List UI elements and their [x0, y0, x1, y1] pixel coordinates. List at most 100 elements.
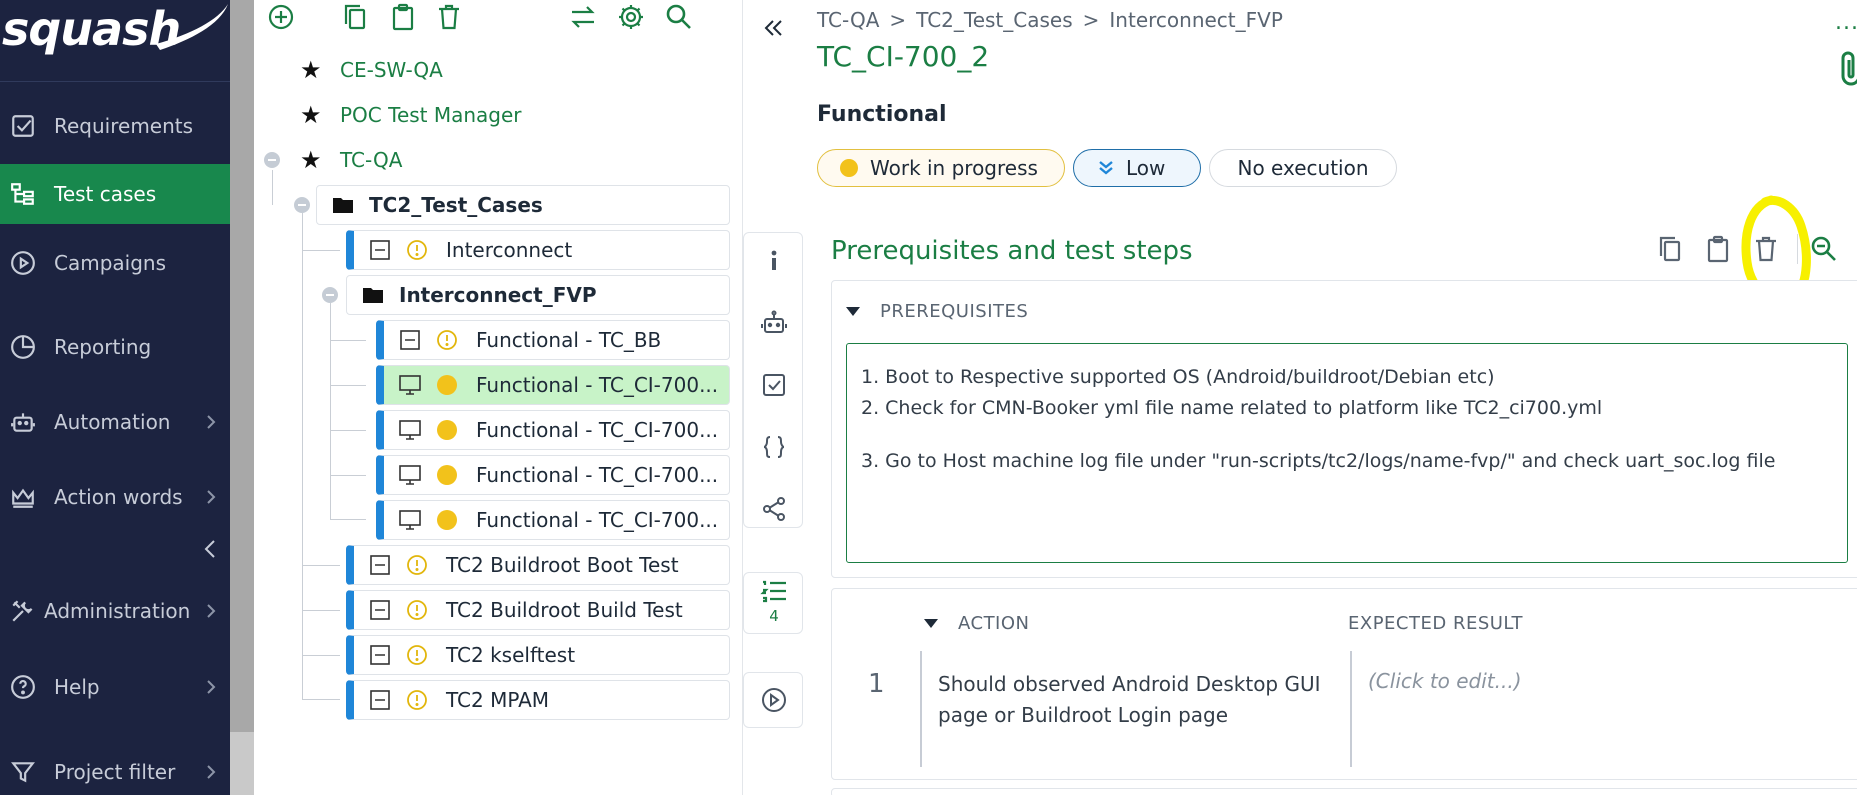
prerequisite-line: 2. Check for CMN-Booker yml file name re…: [861, 397, 1603, 419]
logo-swoosh-icon: [156, 4, 228, 50]
more-options-icon[interactable]: ...: [1835, 10, 1857, 35]
tree-item-functional-tc-ci-700[interactable]: Functional - TC_CI-700...: [376, 410, 730, 450]
test-case-icon: [368, 598, 392, 622]
tree-item-tc2-mpam[interactable]: TC2 MPAM: [346, 680, 730, 720]
nav-item-campaigns[interactable]: Campaigns: [0, 233, 230, 293]
nav-item-project-filter[interactable]: Project filter: [0, 742, 230, 795]
squash-logo[interactable]: squash: [0, 0, 230, 82]
action-column-header[interactable]: ACTION: [924, 613, 1030, 634]
prerequisites-editor[interactable]: 1. Boot to Respective supported OS (Andr…: [846, 343, 1848, 563]
status-badge[interactable]: Work in progress: [817, 149, 1065, 187]
tree-icon: [10, 181, 36, 207]
delete-icon[interactable]: [434, 2, 464, 32]
paste-icon[interactable]: [388, 2, 418, 32]
test-case-icon: [368, 553, 392, 577]
star-icon[interactable]: ★: [300, 58, 324, 82]
tree-connector: [302, 250, 340, 251]
importance-badge[interactable]: Low: [1073, 149, 1201, 187]
status-dot-icon: [436, 419, 458, 441]
chevron-right-icon: [207, 680, 216, 694]
node-label: Functional - TC_CI-700...: [476, 508, 719, 532]
execution-badge[interactable]: No execution: [1209, 149, 1397, 187]
node-label: Functional - TC_CI-700...: [476, 463, 719, 487]
scrollbar-thumb[interactable]: [230, 0, 254, 732]
gear-icon[interactable]: [616, 2, 646, 32]
side-tab-executions[interactable]: [743, 672, 803, 728]
tree-connector: [302, 213, 303, 699]
pie-chart-icon: [10, 334, 36, 360]
play-circle-icon: [760, 686, 788, 714]
transfer-icon[interactable]: [568, 2, 598, 32]
star-icon[interactable]: ★: [300, 103, 324, 127]
zoom-out-icon[interactable]: [1809, 234, 1839, 264]
tree-item-functional-tc-ci-700[interactable]: Functional - TC_CI-700...: [376, 455, 730, 495]
folder-icon: [331, 193, 355, 217]
tree-item-tc2-kselftest[interactable]: TC2 kselftest: [346, 635, 730, 675]
tree-item-tc2-buildroot-boot-test[interactable]: TC2 Buildroot Boot Test: [346, 545, 730, 585]
test-case-nature[interactable]: Functional: [817, 102, 947, 127]
warning-icon: [406, 599, 428, 621]
side-tab-steps[interactable]: 4: [743, 572, 803, 634]
nav-item-reporting[interactable]: Reporting: [0, 317, 230, 377]
warning-icon: [436, 329, 458, 351]
collapse-panel-icon[interactable]: [759, 14, 787, 42]
copy-icon[interactable]: [340, 2, 370, 32]
tree-connector: [330, 475, 366, 476]
nav-item-action-words[interactable]: Action words: [0, 467, 230, 527]
nav-item-requirements[interactable]: Requirements: [0, 96, 230, 156]
nav-item-administration[interactable]: Administration: [0, 581, 230, 641]
tree-folder-interconnect-fvp[interactable]: Interconnect_FVP: [346, 275, 730, 315]
step-expected-result[interactable]: (Click to edit...): [1368, 669, 1522, 693]
prerequisites-header[interactable]: PREREQUISITES: [846, 301, 1028, 322]
collapse-toggle-icon[interactable]: [294, 197, 310, 213]
robot-icon[interactable]: [760, 309, 788, 337]
nav-item-test-cases[interactable]: Test cases: [0, 164, 230, 224]
tree-toolbar: [254, 0, 743, 36]
tree-folder-tc2-test-cases[interactable]: TC2_Test_Cases: [316, 185, 730, 225]
column-divider: [1350, 651, 1352, 767]
step-action-text[interactable]: Should observed Android Desktop GUI page…: [938, 669, 1338, 731]
paste-step-icon[interactable]: [1703, 234, 1733, 264]
breadcrumb-item[interactable]: Interconnect_FVP: [1109, 8, 1282, 32]
main-navigation: squash Requirements Test cases Campaigns…: [0, 0, 230, 795]
tree-connector: [330, 519, 366, 520]
collapse-toggle-icon[interactable]: [264, 152, 280, 168]
tree-item-functional-tc-ci-700-selected[interactable]: Functional - TC_CI-700...: [376, 365, 730, 405]
robot-icon: [10, 409, 36, 435]
add-icon[interactable]: [266, 2, 296, 32]
collapse-toggle-icon[interactable]: [322, 287, 338, 303]
column-divider: [920, 651, 922, 767]
prerequisite-line: 1. Boot to Respective supported OS (Andr…: [861, 366, 1495, 388]
status-dot-icon: [436, 374, 458, 396]
breadcrumb-separator: >: [1082, 8, 1100, 32]
info-icon[interactable]: [760, 247, 788, 275]
nav-item-help[interactable]: Help: [0, 657, 230, 717]
paperclip-icon[interactable]: [1839, 48, 1857, 88]
tree-connector: [272, 170, 273, 205]
page-title[interactable]: TC_CI-700_2: [817, 40, 989, 73]
tree-item-interconnect[interactable]: Interconnect: [346, 230, 730, 270]
tree-item-tc2-buildroot-build-test[interactable]: TC2 Buildroot Build Test: [346, 590, 730, 630]
search-icon[interactable]: [664, 2, 694, 32]
node-label: Interconnect_FVP: [399, 283, 597, 307]
tree-item-functional-tc-bb[interactable]: Functional - TC_BB: [376, 320, 730, 360]
breadcrumb-item[interactable]: TC-QA: [817, 8, 879, 32]
star-icon[interactable]: ★: [300, 148, 324, 172]
copy-step-icon[interactable]: [1655, 234, 1685, 264]
chevron-right-icon: [207, 490, 216, 504]
chevron-right-icon: [207, 765, 216, 779]
tree-connector: [330, 385, 366, 386]
monitor-icon: [398, 508, 422, 532]
tools-icon: [10, 598, 36, 624]
braces-icon[interactable]: [760, 433, 788, 461]
nav-scrollbar[interactable]: [230, 0, 254, 795]
warning-icon: [406, 554, 428, 576]
project-label: POC Test Manager: [340, 103, 522, 127]
monitor-icon: [398, 418, 422, 442]
collapse-nav-icon[interactable]: [200, 537, 220, 561]
share-icon[interactable]: [760, 495, 788, 523]
checkbox-icon[interactable]: [760, 371, 788, 399]
tree-item-functional-tc-ci-700[interactable]: Functional - TC_CI-700...: [376, 500, 730, 540]
breadcrumb-item[interactable]: TC2_Test_Cases: [916, 8, 1072, 32]
nav-item-automation[interactable]: Automation: [0, 392, 230, 452]
